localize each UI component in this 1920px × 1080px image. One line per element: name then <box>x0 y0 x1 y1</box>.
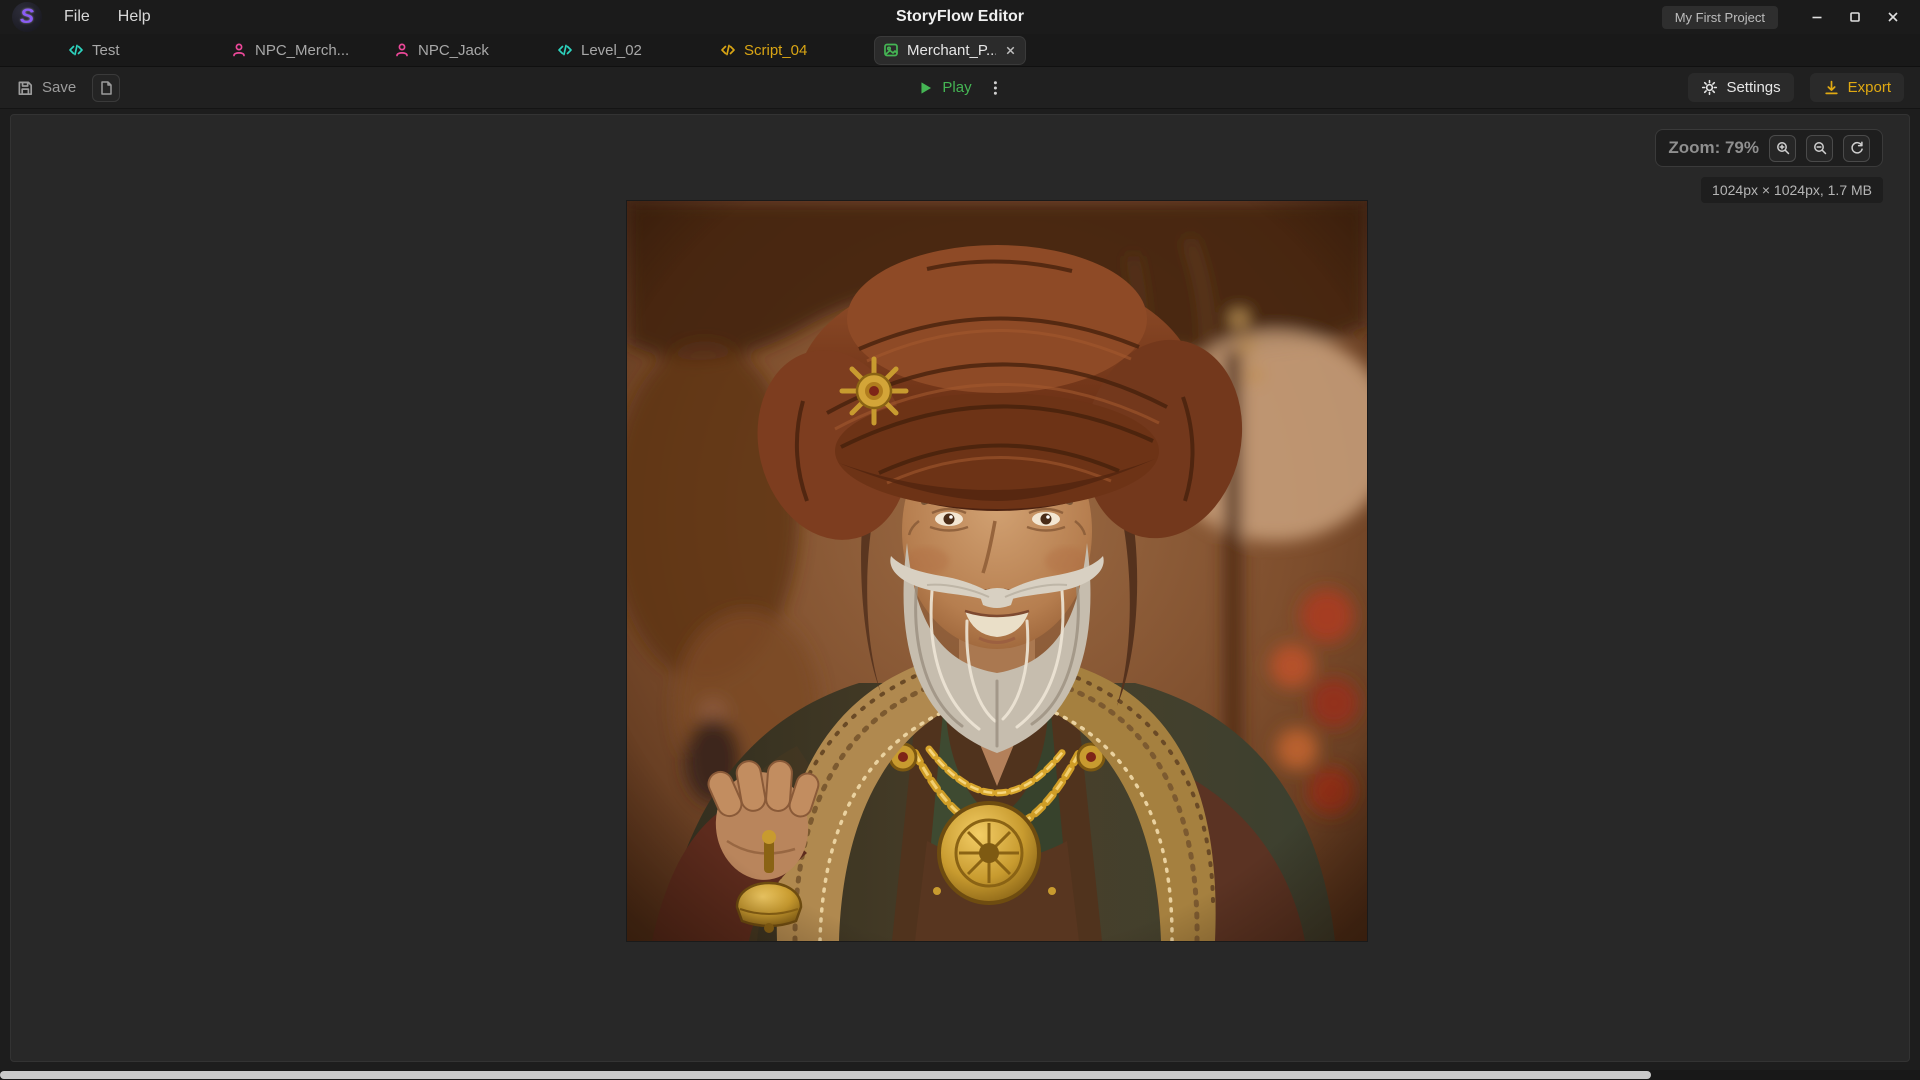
horizontal-scrollbar[interactable] <box>0 1070 1920 1080</box>
document-preview-button[interactable] <box>92 74 120 102</box>
canvas-viewport[interactable]: Zoom: 79% 1024px × 1024px, 1.7 MB <box>10 114 1910 1062</box>
play-icon <box>916 79 934 97</box>
play-button[interactable]: Play <box>916 79 971 97</box>
tab-label: Merchant_P... <box>907 42 996 59</box>
zoom-level: Zoom: 79% <box>1668 138 1759 158</box>
tab-npc-merchant[interactable]: NPC_Merch... <box>223 37 373 64</box>
tab-merchant-portrait[interactable]: Merchant_P... <box>875 37 1025 64</box>
menu-help[interactable]: Help <box>118 8 151 26</box>
code-icon <box>557 42 573 58</box>
gear-icon <box>1701 79 1718 96</box>
person-icon <box>231 42 247 58</box>
project-badge: My First Project <box>1662 6 1778 29</box>
image-icon <box>883 42 899 58</box>
tab-label: NPC_Jack <box>418 42 489 59</box>
tab-level-02[interactable]: Level_02 <box>549 37 699 64</box>
app-window: S File Help StoryFlow Editor My First Pr… <box>0 0 1920 1080</box>
menu-file[interactable]: File <box>64 8 90 26</box>
file-icon <box>98 80 114 96</box>
tab-label: Level_02 <box>581 42 642 59</box>
code-icon <box>720 42 736 58</box>
play-label: Play <box>942 79 971 96</box>
download-icon <box>1823 79 1840 96</box>
maximize-button[interactable] <box>1840 4 1870 30</box>
merchant-portrait-art <box>627 201 1367 941</box>
title-bar: S File Help StoryFlow Editor My First Pr… <box>0 0 1920 34</box>
kebab-icon <box>988 79 1004 97</box>
zoom-out-button[interactable] <box>1806 135 1833 162</box>
save-icon <box>16 79 34 97</box>
image-info-badge: 1024px × 1024px, 1.7 MB <box>1701 177 1883 203</box>
minimize-button[interactable] <box>1802 4 1832 30</box>
tab-label: Test <box>92 42 120 59</box>
zoom-in-button[interactable] <box>1769 135 1796 162</box>
save-button[interactable]: Save <box>16 79 76 97</box>
tab-npc-jack[interactable]: NPC_Jack <box>386 37 536 64</box>
person-icon <box>394 42 410 58</box>
save-label: Save <box>42 79 76 96</box>
more-options-button[interactable] <box>988 79 1004 97</box>
settings-button[interactable]: Settings <box>1688 73 1793 102</box>
close-button[interactable] <box>1878 4 1908 30</box>
export-label: Export <box>1848 79 1891 96</box>
tab-test[interactable]: Test <box>60 37 210 64</box>
tab-label: NPC_Merch... <box>255 42 349 59</box>
app-logo-icon: S <box>12 2 42 32</box>
tab-label: Script_04 <box>744 42 807 59</box>
horizontal-scrollbar-thumb[interactable] <box>0 1071 1651 1079</box>
toolbar: Save Play <box>0 67 1920 109</box>
app-title: StoryFlow Editor <box>896 8 1024 26</box>
merchant-portrait-image[interactable] <box>627 201 1367 941</box>
code-icon <box>68 42 84 58</box>
zoom-reset-button[interactable] <box>1843 135 1870 162</box>
tab-script-04[interactable]: Script_04 <box>712 37 862 64</box>
settings-label: Settings <box>1726 79 1780 96</box>
tab-close-icon[interactable] <box>1004 44 1017 57</box>
zoom-panel: Zoom: 79% <box>1655 129 1883 167</box>
export-button[interactable]: Export <box>1810 73 1904 102</box>
tab-bar: Test NPC_Merch... NPC_Jack Level_02 Scri <box>0 34 1920 67</box>
